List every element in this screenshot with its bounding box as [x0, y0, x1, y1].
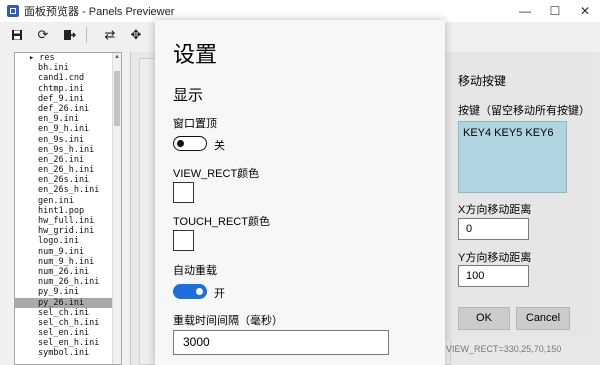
folder-item[interactable]: ▸ res — [15, 53, 113, 63]
file-item[interactable]: bh.ini — [15, 63, 113, 73]
touch-rect-color-swatch[interactable] — [173, 230, 194, 251]
move-icon[interactable]: ✥ — [127, 26, 145, 44]
auto-reload-state: 开 — [214, 288, 225, 300]
toggle-knob — [177, 139, 184, 147]
file-item[interactable]: def_9.ini — [15, 94, 113, 104]
file-item[interactable]: en_26_h.ini — [15, 165, 113, 175]
keys-input[interactable]: KEY4 KEY5 KEY6 — [458, 121, 567, 193]
file-item[interactable]: hw_grid.ini — [15, 226, 113, 236]
cancel-button[interactable]: Cancel — [516, 307, 570, 330]
settings-panel: 设置 显示 窗口置顶 关 VIEW_RECT颜色 TOUCH_RECT颜色 自动… — [155, 20, 445, 365]
scroll-up-icon[interactable]: ▲ — [113, 53, 121, 61]
file-item[interactable]: en_26s.ini — [15, 175, 113, 185]
ok-button[interactable]: OK — [458, 307, 510, 330]
file-item[interactable]: en_9.ini — [15, 114, 113, 124]
window-title: 面板预览器 - Panels Previewer — [24, 6, 175, 18]
key-move-title: 移动按键 — [458, 74, 507, 88]
swap-icon[interactable]: ⇄ — [101, 26, 119, 44]
y-distance-label: Y方向移动距离 — [458, 252, 532, 264]
save-icon[interactable] — [8, 26, 26, 44]
window-on-top-label: 窗口置顶 — [173, 118, 217, 130]
maximize-icon[interactable]: ☐ — [540, 0, 570, 22]
file-item[interactable]: sel_ch_h.ini — [15, 318, 113, 328]
expand-arrow-icon[interactable]: ▸ — [29, 53, 39, 63]
folder-label: res — [39, 53, 55, 63]
view-rect-color-label: VIEW_RECT颜色 — [173, 168, 260, 180]
x-distance-input[interactable]: 0 — [458, 218, 529, 240]
file-item[interactable]: logo.ini — [15, 236, 113, 246]
file-item[interactable]: gen.ini — [15, 196, 113, 206]
file-list-scrollbar[interactable]: ▲ — [112, 53, 121, 364]
file-list: ▸ res bh.ini cand1.cnd chtmp.ini def_9.ini de… — [15, 53, 113, 359]
file-item[interactable]: sel_en.ini — [15, 328, 113, 338]
auto-reload-label: 自动重载 — [173, 265, 217, 277]
file-item[interactable]: en_26s_h.ini — [15, 185, 113, 195]
x-distance-label: X方向移动距离 — [458, 204, 532, 216]
file-item[interactable]: en_9s_h.ini — [15, 145, 113, 155]
reload-interval-input[interactable]: 3000 — [173, 330, 389, 355]
file-item[interactable]: num_9_h.ini — [15, 257, 113, 267]
file-item[interactable]: hw_full.ini — [15, 216, 113, 226]
reload-interval-label: 重载时间间隔（毫秒） — [173, 315, 283, 327]
file-list-panel: ▸ res bh.ini cand1.cnd chtmp.ini def_9.ini de… — [14, 52, 122, 365]
window-on-top-toggle[interactable] — [173, 136, 207, 151]
display-section-title: 显示 — [173, 87, 204, 104]
status-line: VIEW_RECT=330,25,70,150 — [446, 344, 562, 354]
close-icon[interactable]: ✕ — [570, 0, 600, 22]
file-item[interactable]: num_9.ini — [15, 247, 113, 257]
refresh-icon[interactable]: ⟳ — [34, 26, 52, 44]
file-item[interactable]: symbol.ini — [15, 348, 113, 358]
file-item[interactable]: chtmp.ini — [15, 84, 113, 94]
window-on-top-state: 关 — [214, 140, 225, 152]
scrollbar-thumb[interactable] — [114, 71, 120, 126]
file-item[interactable]: def_26.ini — [15, 104, 113, 114]
app-icon — [7, 5, 19, 17]
minimize-icon[interactable]: — — [510, 0, 540, 22]
file-item[interactable]: sel_en_h.ini — [15, 338, 113, 348]
file-item[interactable]: cand1.cnd — [15, 73, 113, 83]
view-rect-color-swatch[interactable] — [173, 182, 194, 203]
file-item[interactable]: py_26.ini — [15, 297, 113, 308]
toolbar-separator — [86, 27, 87, 43]
file-item[interactable]: en_9_h.ini — [15, 124, 113, 134]
file-item[interactable]: hint1.pop — [15, 206, 113, 216]
touch-rect-color-label: TOUCH_RECT颜色 — [173, 216, 270, 228]
settings-title: 设置 — [173, 42, 218, 67]
file-item[interactable]: en_9s.ini — [15, 135, 113, 145]
y-distance-input[interactable]: 100 — [458, 265, 529, 287]
file-item[interactable]: en_26.ini — [15, 155, 113, 165]
file-item[interactable]: num_26.ini — [15, 267, 113, 277]
window-controls: — ☐ ✕ — [510, 0, 600, 22]
file-item[interactable]: num_26_h.ini — [15, 277, 113, 287]
auto-reload-toggle[interactable] — [173, 284, 207, 299]
file-item[interactable]: py_9.ini — [15, 287, 113, 297]
file-item[interactable]: sel_ch.ini — [15, 308, 113, 318]
key-move-panel: 移动按键 按键（留空移动所有按键） KEY4 KEY5 KEY6 X方向移动距离… — [445, 52, 593, 340]
keys-label: 按键（留空移动所有按键） — [458, 105, 590, 117]
toggle-knob — [196, 287, 203, 295]
export-icon[interactable] — [60, 26, 78, 44]
